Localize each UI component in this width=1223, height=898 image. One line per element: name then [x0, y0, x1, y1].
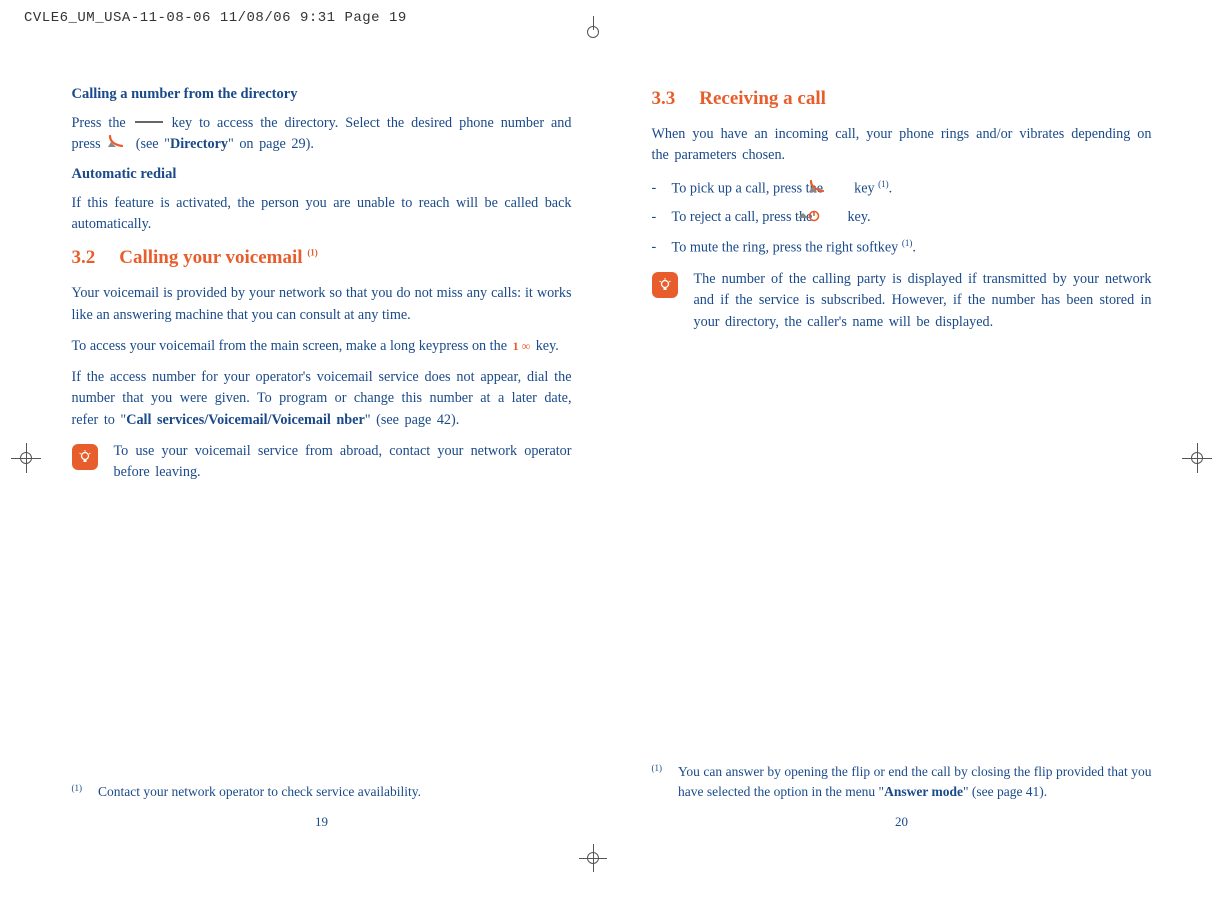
list-item-reject: To reject a call, press the key. — [652, 206, 1152, 229]
tip-caller-id: The number of the calling party is displ… — [652, 269, 1152, 333]
crop-mark-top — [573, 16, 613, 36]
lightbulb-icon — [72, 444, 98, 470]
paragraph-voicemail-access: To access your voicemail from the main s… — [72, 336, 572, 357]
page-spread: Calling a number from the directory Pres… — [0, 36, 1223, 856]
crop-mark-left — [8, 440, 44, 476]
paragraph-directory: Press the key to access the directory. S… — [72, 113, 572, 156]
subheading-redial: Automatic redial — [72, 166, 572, 183]
footnote-number: (1) — [72, 782, 83, 796]
tip-voicemail-abroad: To use your voicemail service from abroa… — [72, 441, 572, 484]
section-number: 3.2 — [72, 247, 96, 268]
lightbulb-icon — [652, 272, 678, 298]
crop-mark-bottom — [573, 848, 613, 878]
call-key-icon — [108, 134, 128, 155]
section-number: 3.3 — [652, 88, 676, 109]
list-item-mute: To mute the ring, press the right softke… — [652, 236, 1152, 259]
page-number-left: 19 — [72, 814, 572, 830]
footnote-left: (1) Contact your network operator to che… — [72, 782, 572, 802]
tip-text: To use your voicemail service from abroa… — [114, 441, 572, 484]
one-voicemail-key-icon: 1 ∞ — [513, 337, 531, 355]
section-heading-3-2: 3.2Calling your voicemail (1) — [72, 247, 572, 269]
section-heading-3-3: 3.3Receiving a call — [652, 88, 1152, 110]
footnote-number: (1) — [652, 762, 663, 776]
call-actions-list: To pick up a call, press the key (1). To… — [652, 177, 1152, 259]
footnote-text: Contact your network operator to check s… — [98, 782, 572, 802]
right-softkey-icon — [135, 121, 163, 123]
list-item-pickup: To pick up a call, press the key (1). — [652, 177, 1152, 201]
paragraph-voicemail-program: If the access number for your operator's… — [72, 367, 572, 431]
page-right: 3.3Receiving a call When you have an inc… — [652, 76, 1152, 836]
page-number-right: 20 — [652, 814, 1152, 830]
footnote-text: You can answer by opening the flip or en… — [678, 762, 1152, 803]
crop-mark-right — [1179, 440, 1215, 476]
footnote-right: (1) You can answer by opening the flip o… — [652, 762, 1152, 803]
end-key-icon — [818, 207, 842, 230]
paragraph-voicemail-intro: Your voicemail is provided by your netwo… — [72, 283, 572, 326]
call-key-icon — [829, 178, 849, 201]
paragraph-redial: If this feature is activated, the person… — [72, 193, 572, 236]
paragraph-incoming: When you have an incoming call, your pho… — [652, 124, 1152, 167]
tip-text: The number of the calling party is displ… — [694, 269, 1152, 333]
page-left: Calling a number from the directory Pres… — [72, 76, 572, 836]
subheading-directory: Calling a number from the directory — [72, 86, 572, 103]
